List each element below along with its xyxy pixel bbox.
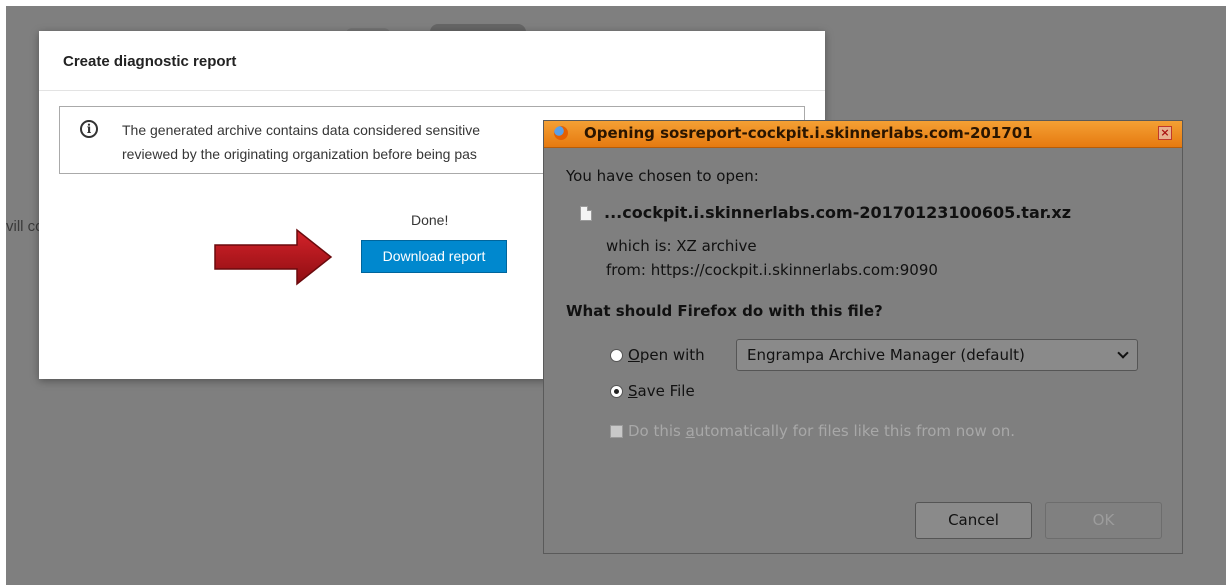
auto-action-label: Do this automatically for files like thi… [628, 422, 1015, 440]
close-icon[interactable]: × [1158, 126, 1172, 140]
save-file-label[interactable]: Save File [628, 382, 695, 400]
modal-header: Create diagnostic report [39, 31, 825, 91]
info-icon: i [80, 120, 98, 138]
file-type: which is: XZ archive [606, 237, 757, 255]
red-arrow-icon [214, 228, 333, 286]
download-report-button[interactable]: Download report [361, 240, 507, 273]
status-text: Done! [411, 212, 449, 228]
auto-action-checkbox[interactable] [610, 425, 623, 438]
chevron-down-icon [1117, 347, 1129, 359]
open-with-radio[interactable] [610, 349, 623, 362]
dialog-title: Opening sosreport-cockpit.i.skinnerlabs.… [584, 124, 1033, 142]
ok-button[interactable]: OK [1045, 502, 1162, 539]
firefox-logo-icon [554, 126, 568, 140]
firefox-open-dialog: Opening sosreport-cockpit.i.skinnerlabs.… [543, 120, 1183, 554]
screen-backdrop: vill co Create diagnostic report i The g… [6, 6, 1226, 585]
selected-app: Engrampa Archive Manager (default) [747, 346, 1025, 364]
file-name: ...cockpit.i.skinnerlabs.com-20170123100… [604, 203, 1072, 222]
file-icon [580, 206, 592, 221]
intro-text: You have chosen to open: [566, 167, 759, 185]
action-question: What should Firefox do with this file? [566, 302, 883, 320]
open-with-app-select[interactable]: Engrampa Archive Manager (default) [736, 339, 1138, 371]
dialog-titlebar[interactable]: Opening sosreport-cockpit.i.skinnerlabs.… [544, 121, 1182, 148]
open-with-label[interactable]: Open with [628, 346, 705, 364]
cancel-button[interactable]: Cancel [915, 502, 1032, 539]
file-source: from: https://cockpit.i.skinnerlabs.com:… [606, 261, 938, 279]
background-partial-text: vill co [6, 218, 44, 235]
modal-title: Create diagnostic report [63, 53, 237, 70]
save-file-radio[interactable] [610, 385, 623, 398]
